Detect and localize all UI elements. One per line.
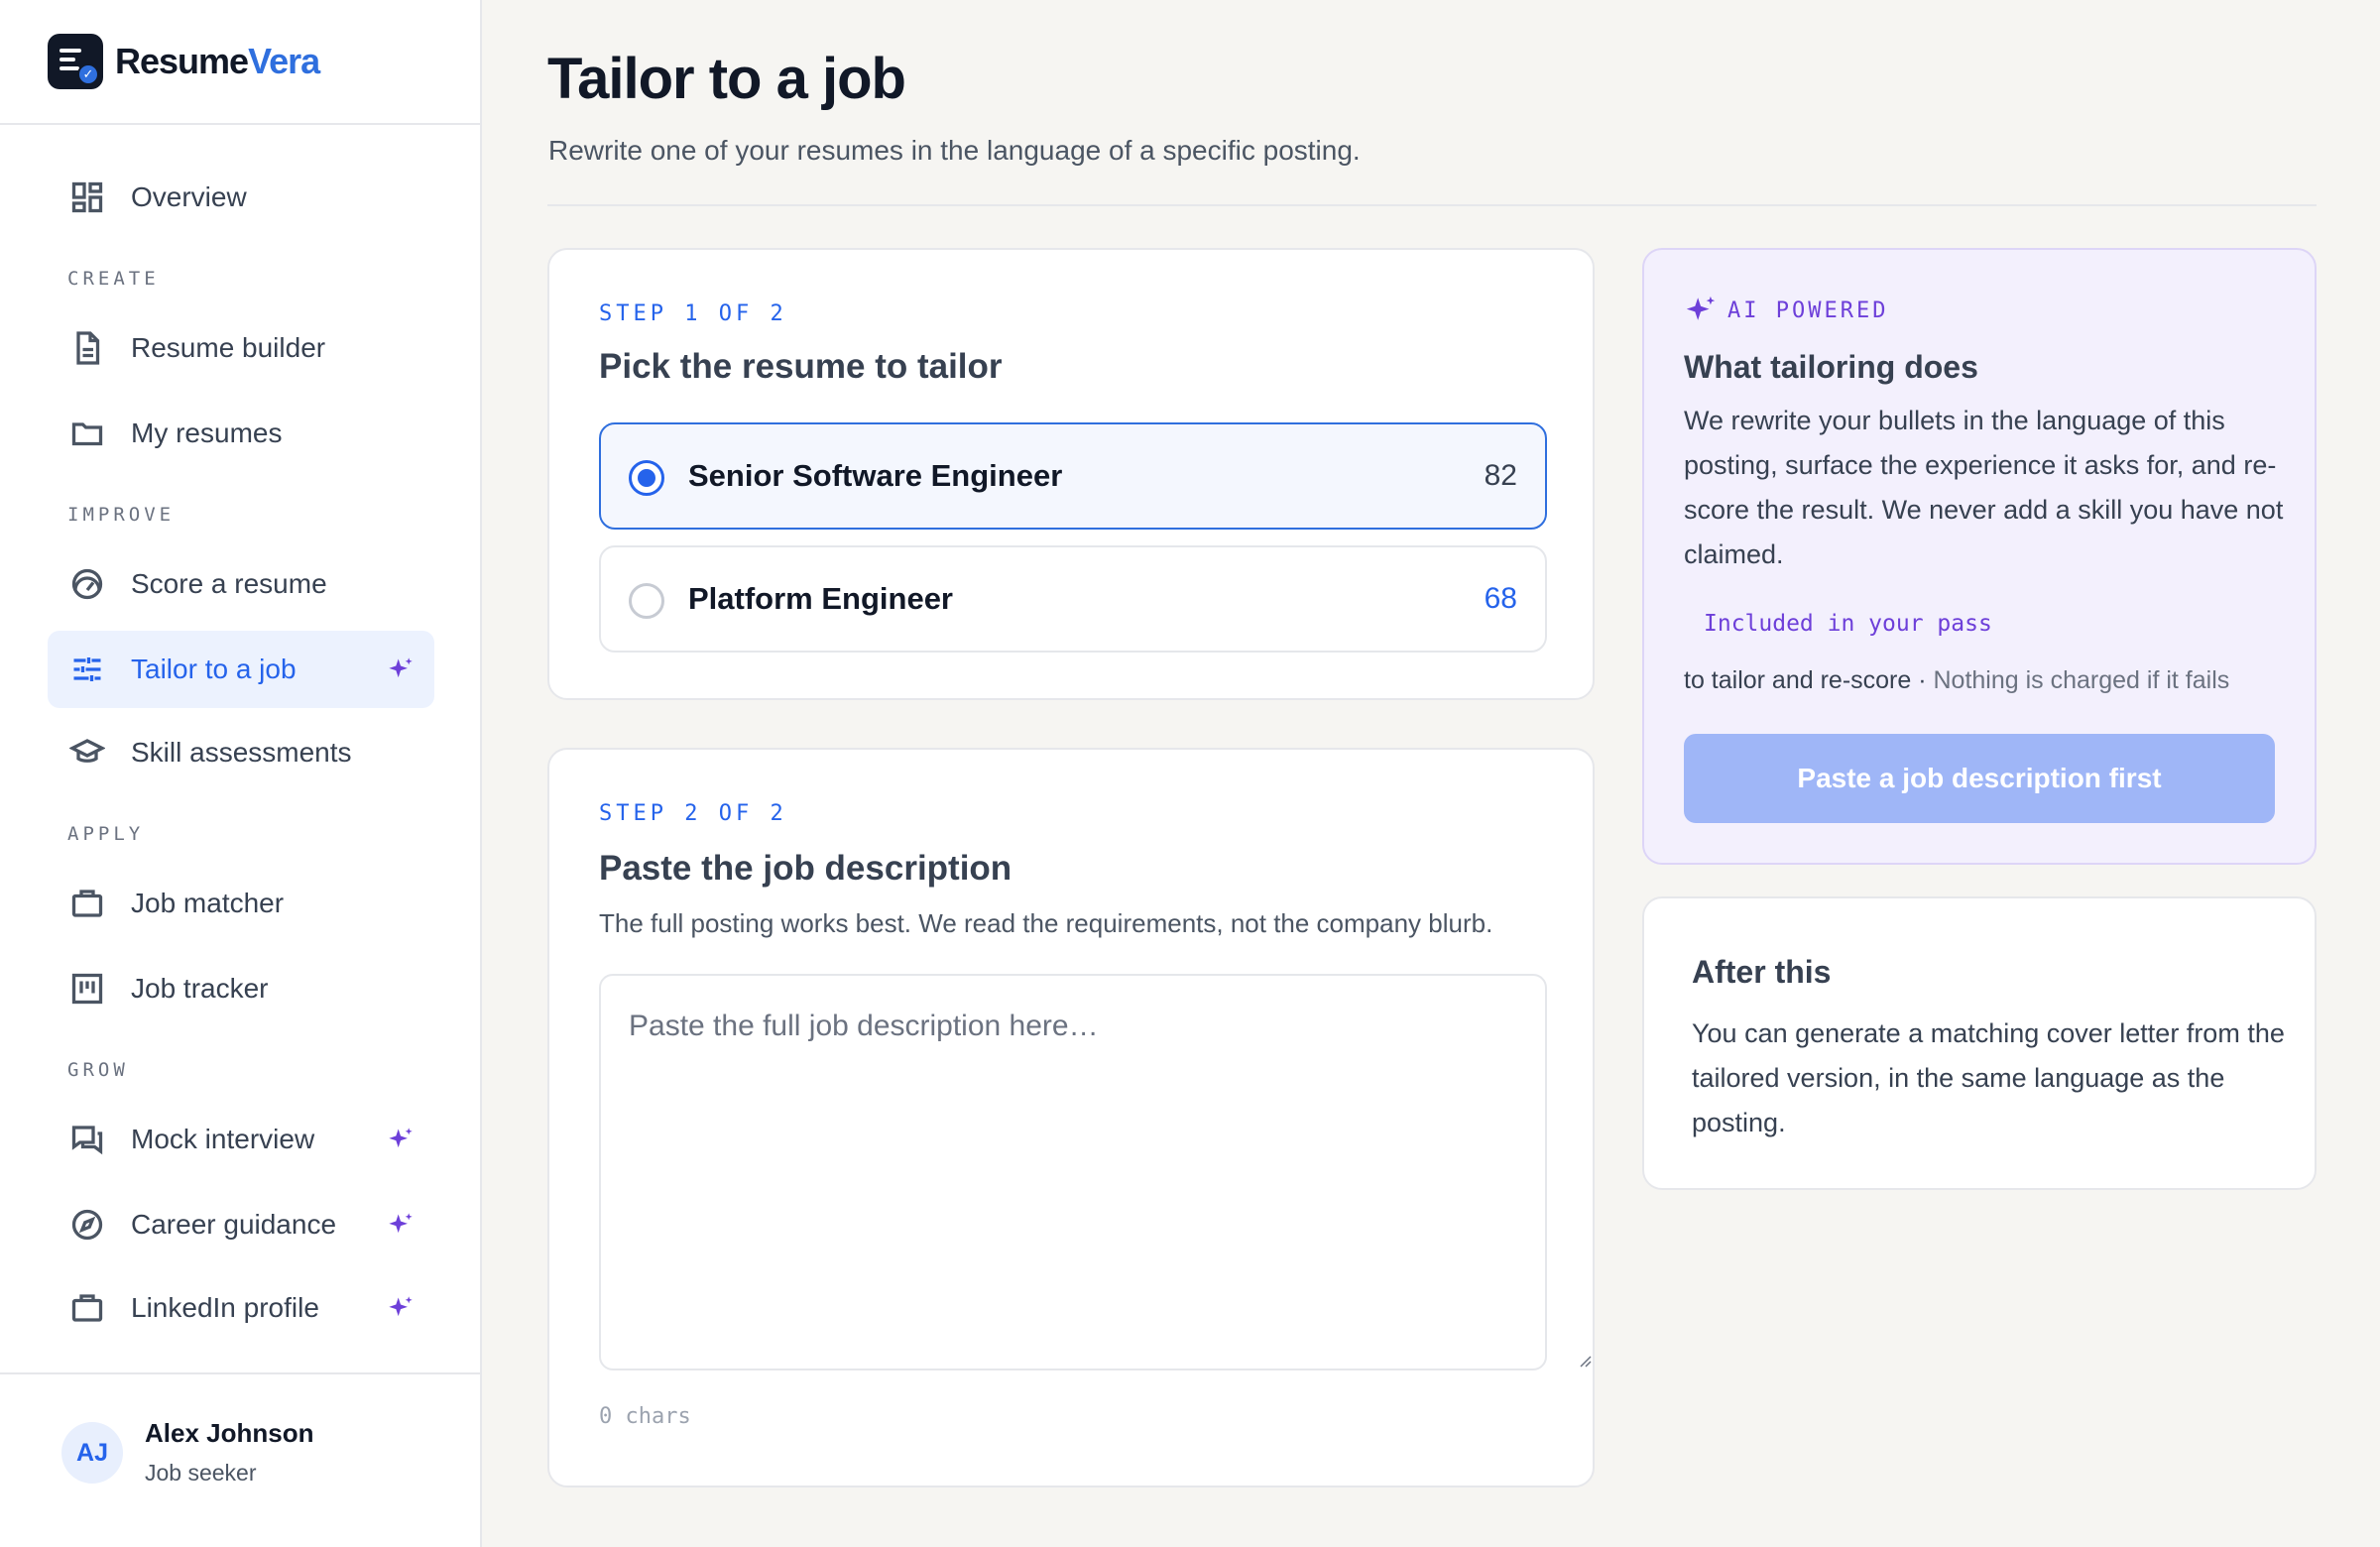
step2-title: Paste the job description xyxy=(599,849,1012,888)
section-improve: IMPROVE xyxy=(67,504,176,526)
sidebar: ✓ ResumeVera Overview CREATE Resume buil… xyxy=(0,0,482,1547)
brand-name-main: Resume xyxy=(115,41,249,81)
resume-score: 68 xyxy=(1484,582,1517,615)
sparkle-icon xyxy=(389,1296,413,1317)
step2-card: STEP 2 OF 2 Paste the job description Th… xyxy=(547,748,1595,1488)
sidebar-item-label: Job tracker xyxy=(131,973,269,1004)
avatar: AJ xyxy=(61,1422,123,1484)
radio-unselected[interactable] xyxy=(629,583,664,619)
sidebar-item-label: Overview xyxy=(131,181,247,212)
header-divider xyxy=(547,204,2317,206)
step1-card: STEP 1 OF 2 Pick the resume to tailor Se… xyxy=(547,248,1595,700)
sidebar-item-job-matcher[interactable]: Job matcher xyxy=(48,865,434,942)
sidebar-item-job-tracker[interactable]: Job tracker xyxy=(48,950,434,1027)
ai-panel-body: We rewrite your bullets in the language … xyxy=(1684,406,2284,569)
sidebar-item-label: Mock interview xyxy=(131,1124,315,1154)
gauge-icon xyxy=(69,566,105,602)
sidebar-item-mock-interview[interactable]: Mock interview xyxy=(48,1101,434,1178)
grid-icon xyxy=(69,179,105,215)
sliders-icon xyxy=(69,652,105,687)
page-subtitle: Rewrite one of your resumes in the langu… xyxy=(548,135,1361,166)
user-role: Job seeker xyxy=(145,1460,257,1486)
graduation-cap-icon xyxy=(69,735,105,771)
briefcase-icon xyxy=(69,1290,105,1326)
sparkle-icon xyxy=(1686,296,1716,320)
sparkle-icon xyxy=(389,1128,413,1148)
after-body: You can generate a matching cover letter… xyxy=(1692,1018,2285,1137)
chat-icon xyxy=(69,1122,105,1157)
sidebar-item-label: My resumes xyxy=(131,417,283,448)
user-name: Alex Johnson xyxy=(145,1418,314,1448)
ai-panel: AI POWERED What tailoring does We rewrit… xyxy=(1642,248,2317,865)
sidebar-item-resume-builder[interactable]: Resume builder xyxy=(48,309,434,387)
sidebar-item-tailor-job[interactable]: Tailor to a job xyxy=(48,631,434,708)
sparkle-icon xyxy=(389,657,413,678)
ai-panel-title: What tailoring does xyxy=(1684,349,1978,385)
step2-label: STEP 2 OF 2 xyxy=(599,801,787,826)
after-title: After this xyxy=(1692,954,1832,990)
sidebar-item-overview[interactable]: Overview xyxy=(48,159,434,236)
step1-label: STEP 1 OF 2 xyxy=(599,301,787,326)
brand[interactable]: ✓ ResumeVera xyxy=(0,0,480,125)
step1-title: Pick the resume to tailor xyxy=(599,347,1003,386)
after-card: After this You can generate a matching c… xyxy=(1642,896,2317,1190)
ai-badge-label: AI POWERED xyxy=(1727,298,1889,323)
page-title: Tailor to a job xyxy=(547,47,906,111)
folder-icon xyxy=(69,416,105,451)
step2-help: The full posting works best. We read the… xyxy=(599,908,1493,938)
kanban-icon xyxy=(69,971,105,1007)
sidebar-item-label: Skill assessments xyxy=(131,737,352,768)
section-apply: APPLY xyxy=(67,823,145,845)
sidebar-item-my-resumes[interactable]: My resumes xyxy=(48,395,434,472)
resume-score: 82 xyxy=(1484,459,1517,492)
sidebar-item-career-guidance[interactable]: Career guidance xyxy=(48,1186,434,1263)
brand-name-accent: Vera xyxy=(248,41,320,81)
resume-option[interactable]: Platform Engineer 68 xyxy=(599,545,1547,653)
section-create: CREATE xyxy=(67,268,160,290)
sidebar-item-label: Career guidance xyxy=(131,1209,337,1240)
logo-icon: ✓ xyxy=(48,34,103,89)
compass-icon xyxy=(69,1207,105,1243)
resize-handle-icon[interactable] xyxy=(1577,1353,1593,1368)
tailor-button[interactable]: Paste a job description first xyxy=(1684,734,2275,823)
sidebar-item-label: Tailor to a job xyxy=(131,654,297,684)
job-description-input[interactable] xyxy=(599,974,1547,1370)
ai-panel-note: to tailor and re-score · Nothing is char… xyxy=(1684,666,2229,695)
sidebar-item-label: LinkedIn profile xyxy=(131,1292,319,1323)
sparkle-icon xyxy=(389,1213,413,1234)
user-profile[interactable]: AJ Alex Johnson Job seeker xyxy=(0,1372,480,1547)
sidebar-item-linkedin-profile[interactable]: LinkedIn profile xyxy=(48,1269,434,1347)
briefcase-icon xyxy=(69,886,105,921)
resume-option[interactable]: Senior Software Engineer 82 xyxy=(599,422,1547,530)
resume-name: Platform Engineer xyxy=(688,581,953,616)
note-main: to tailor and re-score · xyxy=(1684,666,1934,694)
sidebar-item-skill-assessments[interactable]: Skill assessments xyxy=(48,714,434,791)
ai-badge: AI POWERED xyxy=(1684,294,1888,327)
sidebar-item-label: Score a resume xyxy=(131,568,327,599)
document-icon xyxy=(69,330,105,366)
note-muted: Nothing is charged if it fails xyxy=(1933,666,2230,694)
section-grow: GROW xyxy=(67,1059,129,1081)
sidebar-item-label: Resume builder xyxy=(131,332,326,363)
included-in-pass: Included in your pass xyxy=(1704,611,1992,637)
sidebar-item-score-resume[interactable]: Score a resume xyxy=(48,545,434,623)
sidebar-item-label: Job matcher xyxy=(131,888,285,918)
resume-name: Senior Software Engineer xyxy=(688,458,1063,493)
char-count: 0 chars xyxy=(599,1404,691,1429)
brand-name: ResumeVera xyxy=(115,41,320,82)
radio-selected[interactable] xyxy=(629,460,664,496)
